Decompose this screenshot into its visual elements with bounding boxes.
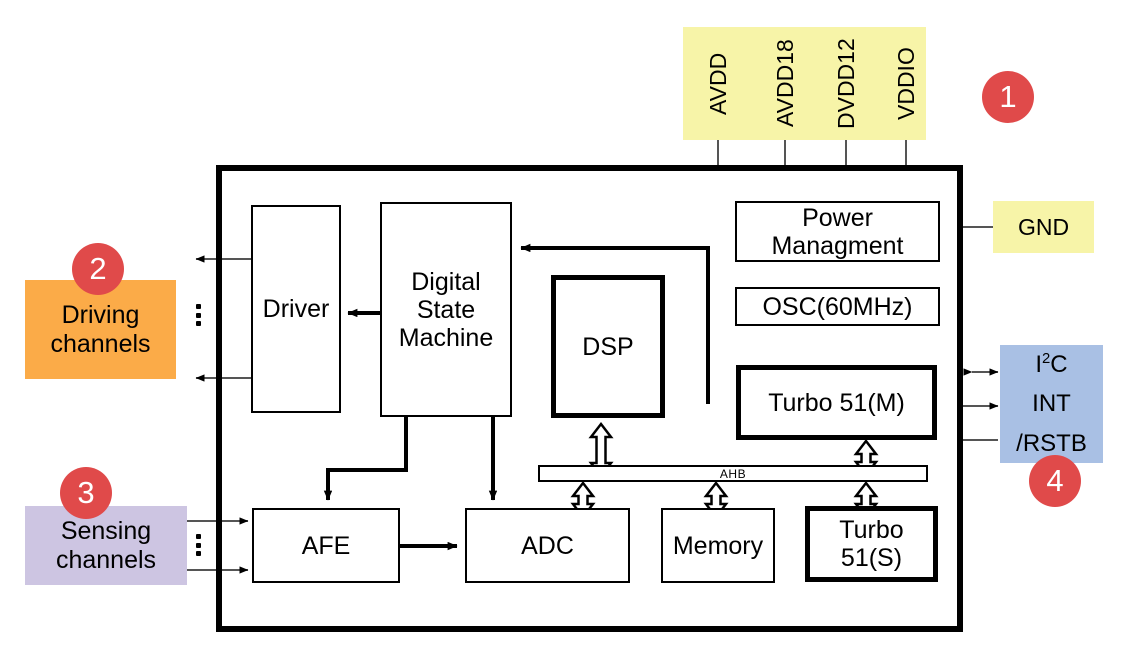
dsp-block: DSP bbox=[551, 275, 665, 418]
power-pin-vddio: VDDIO bbox=[892, 47, 919, 120]
i2c-label-prefix: I bbox=[1035, 350, 1043, 378]
callout-badge-2: 2 bbox=[72, 243, 124, 295]
power-management-label-line1: Power bbox=[802, 203, 873, 232]
sensing-channels-ellipsis bbox=[195, 534, 201, 556]
interface-leads bbox=[963, 368, 999, 441]
turbo51-slave-label-line1: Turbo bbox=[839, 516, 904, 544]
oscillator-block: OSC(60MHz) bbox=[735, 287, 940, 326]
driver-block: Driver bbox=[251, 205, 341, 413]
power-management-block: Power Managment bbox=[735, 201, 940, 262]
dsm-label-line1: Digital bbox=[411, 267, 481, 296]
dsm-label-line3: Machine bbox=[398, 323, 494, 352]
diagram-canvas: AVDD AVDD18 DVDD12 VDDIO GND Driving cha… bbox=[0, 0, 1123, 670]
i2c-label-suffix: C bbox=[1050, 350, 1068, 378]
sensing-channels-label-line1: Sensing bbox=[60, 516, 152, 545]
memory-block: Memory bbox=[661, 508, 775, 583]
i2c-label: I2C bbox=[1035, 351, 1067, 379]
int-label: INT bbox=[1032, 390, 1071, 418]
sensing-channels-label-line2: channels bbox=[55, 545, 157, 574]
digital-state-machine-block: Digital State Machine bbox=[380, 202, 512, 417]
dsm-label-line2: State bbox=[416, 295, 476, 324]
power-pin-avdd18: AVDD18 bbox=[771, 39, 798, 128]
callout-badge-1: 1 bbox=[982, 71, 1034, 123]
turbo51-slave-label-line2: 51(S) bbox=[840, 544, 903, 572]
turbo51-master-block: Turbo 51(M) bbox=[736, 365, 937, 440]
power-management-label-line2: Managment bbox=[771, 231, 904, 260]
adc-block: ADC bbox=[465, 508, 630, 583]
callout-badge-4: 4 bbox=[1029, 455, 1081, 507]
afe-block: AFE bbox=[252, 508, 400, 583]
power-pin-lines bbox=[717, 140, 907, 166]
callout-badge-3: 3 bbox=[60, 467, 112, 519]
interface-pad: I2C INT /RSTB bbox=[1000, 345, 1103, 463]
turbo51-slave-block: Turbo 51(S) bbox=[805, 506, 938, 582]
ahb-bus: AHB bbox=[538, 465, 928, 482]
driving-channels-ellipsis bbox=[195, 304, 201, 326]
driving-channels-label-line1: Driving bbox=[61, 300, 140, 329]
sensing-channels-pad: Sensing channels bbox=[25, 506, 187, 585]
power-pin-avdd: AVDD bbox=[704, 52, 731, 115]
power-pin-dvdd12: DVDD12 bbox=[832, 38, 859, 129]
driving-channels-label-line2: channels bbox=[50, 329, 151, 358]
rstb-label: /RSTB bbox=[1016, 429, 1087, 457]
gnd-pad: GND bbox=[993, 201, 1094, 253]
